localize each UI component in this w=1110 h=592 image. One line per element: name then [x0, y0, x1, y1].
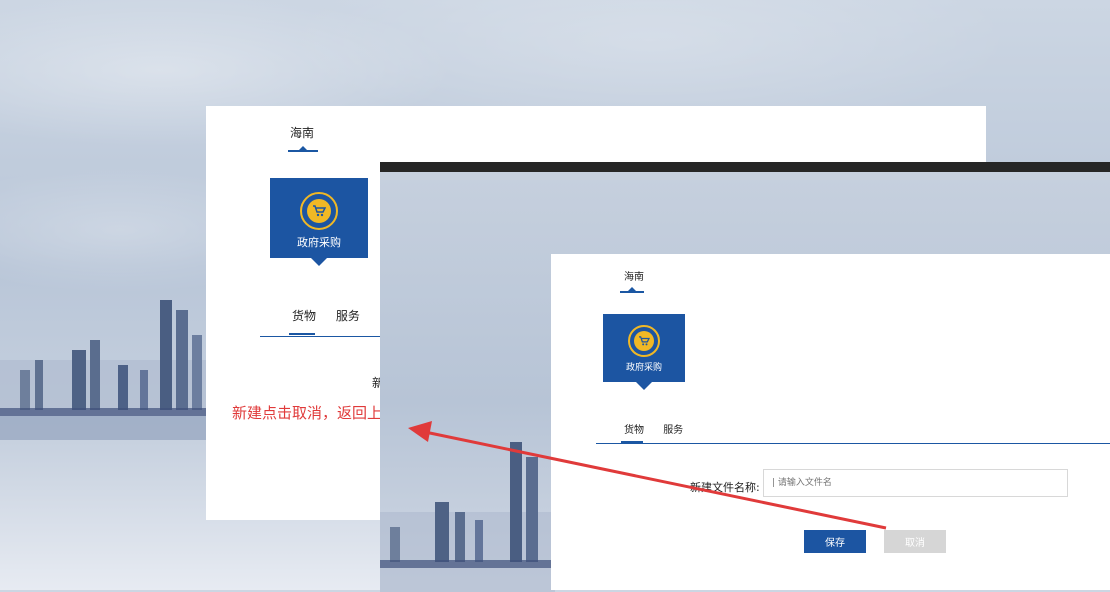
- cart-icon-ring: [300, 192, 338, 230]
- front-tab-indicator: [620, 287, 644, 293]
- gov-procurement-tile[interactable]: 政府采购: [270, 178, 368, 266]
- filename-label: 新建文件名称:: [690, 481, 760, 494]
- tab-active-indicator: [288, 146, 318, 152]
- front-subtab-divider: [596, 443, 1110, 444]
- filename-input[interactable]: [763, 469, 1068, 497]
- cancel-button[interactable]: 取消: [884, 530, 946, 553]
- front-cart-icon-ring: [628, 325, 660, 357]
- subtab-indicator: [289, 333, 315, 335]
- front-tab-hainan[interactable]: 海南: [624, 268, 644, 283]
- tile-label: 政府采购: [297, 236, 341, 249]
- cart-icon: [307, 199, 331, 223]
- tab-goods[interactable]: 货物: [292, 309, 316, 323]
- subtab-divider: [260, 336, 380, 337]
- front-tab-services[interactable]: 服务: [663, 425, 683, 436]
- front-tile-label: 政府采购: [625, 363, 662, 373]
- cart-icon: [634, 331, 654, 351]
- front-gov-procurement-tile[interactable]: 政府采购: [603, 314, 685, 390]
- tab-hainan[interactable]: 海南: [290, 124, 314, 141]
- city-skyline-left: [0, 300, 210, 440]
- save-button[interactable]: 保存: [804, 530, 866, 553]
- tab-services[interactable]: 服务: [336, 309, 360, 323]
- front-tab-goods[interactable]: 货物: [624, 425, 644, 436]
- front-sub-tabs: 货物 服务: [624, 421, 699, 436]
- sub-tabs: 货物 服务: [292, 307, 376, 324]
- city-skyline-right: [380, 442, 555, 592]
